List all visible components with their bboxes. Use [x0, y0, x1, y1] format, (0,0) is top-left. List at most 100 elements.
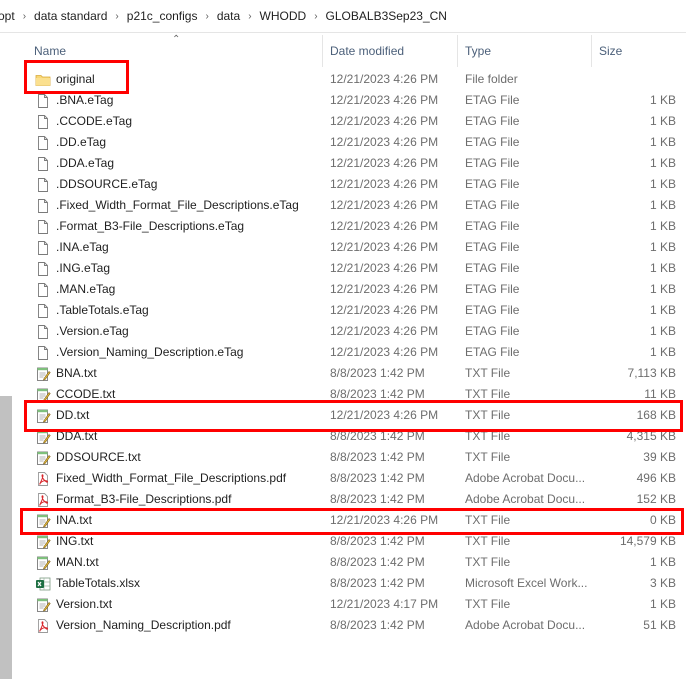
- file-row[interactable]: Version_Naming_Description.pdf 8/8/2023 1…: [27, 615, 686, 636]
- file-name-cell[interactable]: TableTotals.xlsx: [35, 573, 330, 594]
- file-name-cell[interactable]: CCODE.txt: [35, 384, 330, 405]
- file-name-cell[interactable]: .ING.eTag: [35, 258, 330, 279]
- file-name: original: [56, 72, 95, 86]
- file-name: .Version_Naming_Description.eTag: [56, 345, 244, 359]
- file-size: 1 KB: [649, 282, 676, 296]
- column-header-row: ⌃ Name Date modified Type Size: [27, 34, 686, 67]
- file-row[interactable]: .DD.eTag 12/21/2023 4:26 PM ETAG File 1 KB: [27, 132, 686, 153]
- file-name: INA.txt: [56, 513, 93, 527]
- chevron-right-icon[interactable]: ›: [244, 11, 255, 22]
- file-name-cell[interactable]: DD.txt: [35, 405, 330, 426]
- file-row[interactable]: ING.txt 8/8/2023 1:42 PM TXT File 14,579 KB: [27, 531, 686, 552]
- file-row[interactable]: .DDSOURCE.eTag 12/21/2023 4:26 PM ETAG Fil…: [27, 174, 686, 195]
- file-row[interactable]: TableTotals.xlsx 8/8/2023 1:42 PM Microsof…: [27, 573, 686, 594]
- file-row[interactable]: MAN.txt 8/8/2023 1:42 PM TXT File 1 KB: [27, 552, 686, 573]
- file-name: .ING.eTag: [56, 261, 111, 275]
- file-name-cell[interactable]: INA.txt: [35, 510, 330, 531]
- file-name-cell[interactable]: .TableTotals.eTag: [35, 300, 330, 321]
- file-size: 1 KB: [649, 324, 676, 338]
- notepad-icon: [35, 366, 51, 382]
- file-name-cell[interactable]: BNA.txt: [35, 363, 330, 384]
- breadcrumb-item[interactable]: data: [213, 9, 244, 23]
- file-size: 39 KB: [643, 450, 676, 464]
- file-row[interactable]: .Fixed_Width_Format_File_Descriptions.eT…: [27, 195, 686, 216]
- file-name-cell[interactable]: .BNA.eTag: [35, 90, 330, 111]
- file-name-cell[interactable]: original: [35, 69, 330, 90]
- date-modified: 12/21/2023 4:26 PM: [330, 135, 439, 149]
- file-name: DDSOURCE.txt: [56, 450, 141, 464]
- file-name-cell[interactable]: DDA.txt: [35, 426, 330, 447]
- column-header-size[interactable]: Size: [592, 35, 686, 67]
- breadcrumb-item[interactable]: data standard: [30, 9, 111, 23]
- file-row[interactable]: CCODE.txt 8/8/2023 1:42 PM TXT File 11 KB: [27, 384, 686, 405]
- file-name-cell[interactable]: .INA.eTag: [35, 237, 330, 258]
- file-row[interactable]: BNA.txt 8/8/2023 1:42 PM TXT File 7,113 KB: [27, 363, 686, 384]
- file-size: 1 KB: [649, 303, 676, 317]
- breadcrumb-item[interactable]: WHODD: [256, 9, 311, 23]
- breadcrumb-item[interactable]: opt: [0, 9, 19, 23]
- file-row[interactable]: DD.txt 12/21/2023 4:26 PM TXT File 168 KB: [27, 405, 686, 426]
- date-modified: 12/21/2023 4:26 PM: [330, 219, 439, 233]
- file-icon: [35, 261, 51, 277]
- file-name-cell[interactable]: .Fixed_Width_Format_File_Descriptions.eT…: [35, 195, 330, 216]
- file-name-cell[interactable]: Version.txt: [35, 594, 330, 615]
- file-name: .Format_B3-File_Descriptions.eTag: [56, 219, 245, 233]
- file-name-cell[interactable]: MAN.txt: [35, 552, 330, 573]
- chevron-right-icon[interactable]: ›: [310, 11, 321, 22]
- file-name-cell[interactable]: Fixed_Width_Format_File_Descriptions.pdf: [35, 468, 330, 489]
- chevron-right-icon[interactable]: ›: [19, 11, 30, 22]
- scrollbar-thumb[interactable]: [0, 396, 12, 679]
- file-row[interactable]: Format_B3-File_Descriptions.pdf 8/8/2023 …: [27, 489, 686, 510]
- chevron-right-icon[interactable]: ›: [111, 11, 122, 22]
- date-modified: 12/21/2023 4:26 PM: [330, 114, 439, 128]
- file-row[interactable]: Fixed_Width_Format_File_Descriptions.pdf…: [27, 468, 686, 489]
- file-row[interactable]: DDA.txt 8/8/2023 1:42 PM TXT File 4,315 KB: [27, 426, 686, 447]
- file-size: 496 KB: [636, 471, 676, 485]
- file-row[interactable]: .Format_B3-File_Descriptions.eTag 12/21/2…: [27, 216, 686, 237]
- column-header-date-modified[interactable]: Date modified: [323, 35, 458, 67]
- scrollbar[interactable]: [0, 33, 13, 679]
- file-name-cell[interactable]: ING.txt: [35, 531, 330, 552]
- file-row[interactable]: DDSOURCE.txt 8/8/2023 1:42 PM TXT File 39 K…: [27, 447, 686, 468]
- file-row[interactable]: .Version_Naming_Description.eTag 12/21/20…: [27, 342, 686, 363]
- file-row[interactable]: .BNA.eTag 12/21/2023 4:26 PM ETAG File 1 KB: [27, 90, 686, 111]
- file-row[interactable]: .MAN.eTag 12/21/2023 4:26 PM ETAG File 1 KB: [27, 279, 686, 300]
- file-icon: [35, 303, 51, 319]
- chevron-right-icon[interactable]: ›: [201, 11, 212, 22]
- file-row[interactable]: .DDA.eTag 12/21/2023 4:26 PM ETAG File 1 KB: [27, 153, 686, 174]
- file-size: 1 KB: [649, 597, 676, 611]
- file-name: .MAN.eTag: [56, 282, 116, 296]
- date-modified: 12/21/2023 4:26 PM: [330, 72, 439, 86]
- file-row[interactable]: Version.txt 12/21/2023 4:17 PM TXT File 1 K…: [27, 594, 686, 615]
- file-name-cell[interactable]: DDSOURCE.txt: [35, 447, 330, 468]
- date-modified: 12/21/2023 4:26 PM: [330, 513, 439, 527]
- column-header-name[interactable]: Name: [27, 35, 323, 67]
- file-name-cell[interactable]: .DD.eTag: [35, 132, 330, 153]
- date-modified: 12/21/2023 4:26 PM: [330, 240, 439, 254]
- file-name-cell[interactable]: .CCODE.eTag: [35, 111, 330, 132]
- file-name-cell[interactable]: Version_Naming_Description.pdf: [35, 615, 330, 636]
- breadcrumb-item[interactable]: p21c_configs: [123, 9, 202, 23]
- file-row[interactable]: .INA.eTag 12/21/2023 4:26 PM ETAG File 1 KB: [27, 237, 686, 258]
- file-name-cell[interactable]: .Version.eTag: [35, 321, 330, 342]
- date-modified: 12/21/2023 4:17 PM: [330, 597, 439, 611]
- file-name-cell[interactable]: .Format_B3-File_Descriptions.eTag: [35, 216, 330, 237]
- file-row[interactable]: .CCODE.eTag 12/21/2023 4:26 PM ETAG File 1 …: [27, 111, 686, 132]
- file-name: .TableTotals.eTag: [56, 303, 149, 317]
- file-row[interactable]: .Version.eTag 12/21/2023 4:26 PM ETAG File…: [27, 321, 686, 342]
- date-modified: 12/21/2023 4:26 PM: [330, 303, 439, 317]
- column-header-type[interactable]: Type: [458, 35, 592, 67]
- file-row[interactable]: .ING.eTag 12/21/2023 4:26 PM ETAG File 1 KB: [27, 258, 686, 279]
- breadcrumb-item[interactable]: GLOBALB3Sep23_CN: [322, 9, 451, 23]
- file-name-cell[interactable]: .DDSOURCE.eTag: [35, 174, 330, 195]
- file-name: .DDA.eTag: [56, 156, 115, 170]
- file-name-cell[interactable]: Format_B3-File_Descriptions.pdf: [35, 489, 330, 510]
- file-name-cell[interactable]: .DDA.eTag: [35, 153, 330, 174]
- date-modified: 12/21/2023 4:26 PM: [330, 156, 439, 170]
- file-row[interactable]: original 12/21/2023 4:26 PM File folder: [27, 69, 686, 90]
- file-name-cell[interactable]: .Version_Naming_Description.eTag: [35, 342, 330, 363]
- file-row[interactable]: INA.txt 12/21/2023 4:26 PM TXT File 0 KB: [27, 510, 686, 531]
- file-size: 14,579 KB: [619, 534, 676, 548]
- file-name-cell[interactable]: .MAN.eTag: [35, 279, 330, 300]
- file-row[interactable]: .TableTotals.eTag 12/21/2023 4:26 PM ETAG …: [27, 300, 686, 321]
